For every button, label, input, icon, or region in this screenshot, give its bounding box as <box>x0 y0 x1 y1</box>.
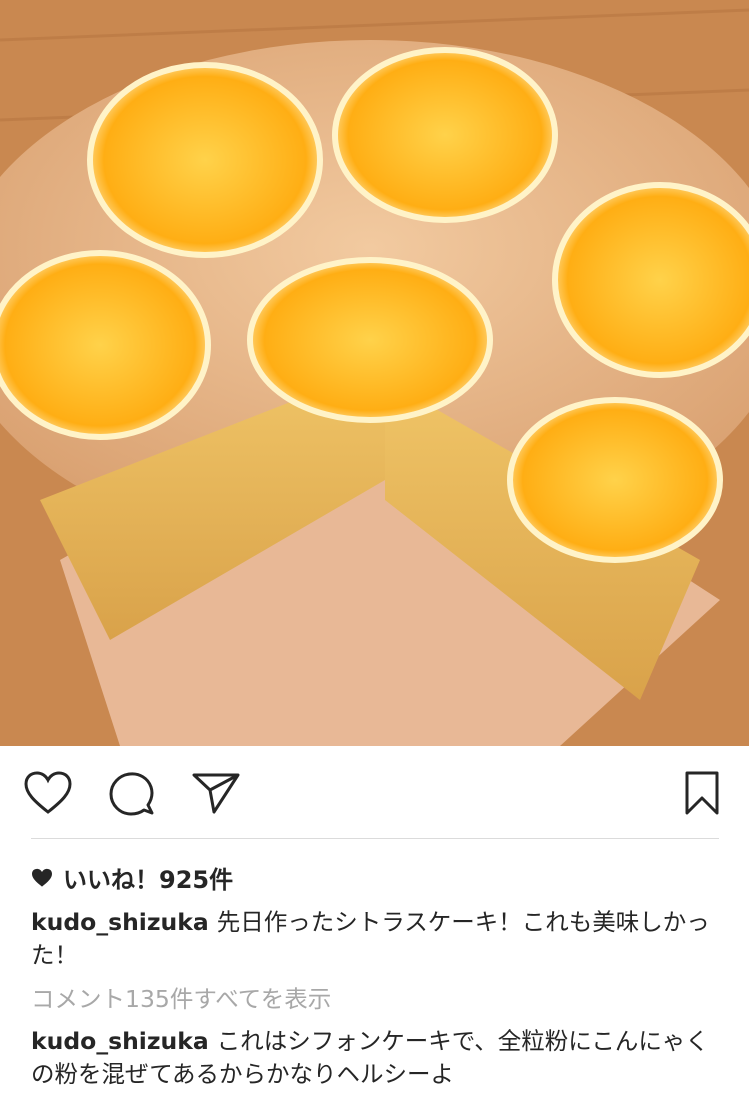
comment-username[interactable]: kudo_shizuka <box>31 1027 209 1055</box>
share-button[interactable] <box>192 772 240 814</box>
bookmark-icon <box>685 771 719 815</box>
cake-illustration <box>0 0 749 746</box>
heart-filled-icon <box>32 868 52 887</box>
comment: kudo_shizuka これはシフォンケーキで、全粒粉にこんにゃくの粉を混ぜてあ… <box>31 1025 721 1091</box>
view-all-comments-link[interactable]: コメント135件すべてを表示 <box>31 980 331 1014</box>
save-button[interactable] <box>684 770 720 816</box>
post-photo[interactable] <box>0 0 749 746</box>
paper-plane-icon <box>192 773 240 814</box>
comment-button[interactable] <box>108 771 154 817</box>
post-actions-bar <box>0 746 749 838</box>
caption-username[interactable]: kudo_shizuka <box>31 908 209 936</box>
likes-text: いいね！925件 <box>63 866 234 894</box>
likes-count[interactable]: いいね！925件 <box>31 860 233 895</box>
post-caption: kudo_shizuka 先日作ったシトラスケーキ！これも美味しかった！ <box>31 906 721 972</box>
like-button[interactable] <box>24 771 72 815</box>
comment-bubble-icon <box>109 772 154 816</box>
divider <box>31 838 719 839</box>
heart-outline-icon <box>24 771 72 814</box>
